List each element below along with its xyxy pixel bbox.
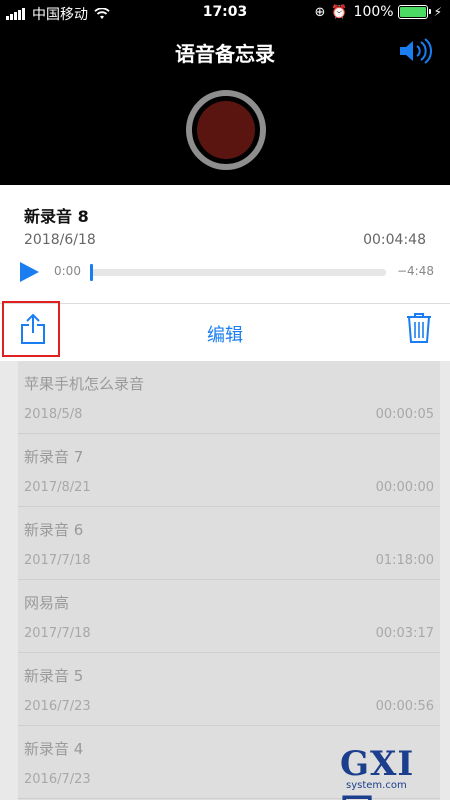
recording-date: 2018/6/18 — [24, 232, 96, 248]
elapsed-time: 0:00 — [54, 264, 81, 278]
divider — [0, 303, 450, 304]
list-item-duration: 00:00:00 — [375, 480, 434, 495]
list-item-date: 2016/7/23 — [24, 699, 91, 714]
record-button[interactable] — [186, 90, 266, 170]
list-item[interactable]: 新录音 5 2016/7/23 00:00:56 — [18, 653, 440, 726]
list-item-duration: 00:00:56 — [375, 699, 434, 714]
status-bar: 中国移动 17:03 ⊕ ⏰ 100% ⚡ — [0, 0, 450, 26]
list-item[interactable]: 网易高 2017/7/18 00:03:17 — [18, 580, 440, 653]
list-item-title: 网易高 — [24, 594, 70, 612]
list-item-title: 苹果手机怎么录音 — [24, 375, 145, 393]
page-title: 语音备忘录 — [175, 42, 275, 66]
list-item[interactable]: 苹果手机怎么录音 2018/5/8 00:00:05 — [18, 361, 440, 434]
rotation-lock-icon: ⊕ — [314, 4, 326, 20]
playback-scrubber[interactable] — [90, 264, 386, 281]
list-item-duration: 00:03:17 — [375, 626, 434, 641]
list-item-date: 2016/7/23 — [24, 772, 91, 787]
list-item-date: 2017/8/21 — [24, 480, 91, 495]
watermark-brand: GXI网 — [340, 744, 415, 800]
remaining-time: −4:48 — [396, 264, 434, 278]
record-button-core — [197, 101, 255, 159]
alarm-icon: ⏰ — [331, 4, 348, 20]
list-item-duration: 00:00:05 — [375, 407, 434, 422]
recording-duration: 00:04:48 — [363, 232, 426, 248]
scrubber-handle[interactable] — [90, 264, 93, 281]
list-item-duration: 01:18:00 — [375, 553, 434, 568]
list-item-date: 2018/5/8 — [24, 407, 83, 422]
list-item-title: 新录音 4 — [24, 740, 84, 758]
status-right: ⊕ ⏰ 100% ⚡ — [314, 4, 442, 20]
battery-fill — [399, 7, 426, 17]
edit-button[interactable]: 编辑 — [0, 321, 450, 347]
list-item-title: 新录音 5 — [24, 667, 84, 685]
battery-icon — [397, 5, 431, 19]
current-recording-panel: 新录音 8 2018/6/18 00:04:48 0:00 −4:48 编辑 — [0, 185, 450, 361]
play-icon[interactable] — [18, 261, 40, 283]
watermark-site: system.com — [346, 780, 407, 791]
battery-percent: 100% — [353, 4, 394, 20]
list-item-date: 2017/7/18 — [24, 626, 91, 641]
list-item-date: 2017/7/18 — [24, 553, 91, 568]
list-margin — [0, 361, 18, 800]
watermark-logo: GXI网 system.com — [340, 744, 444, 800]
list-item[interactable]: 新录音 7 2017/8/21 00:00:00 — [18, 434, 440, 507]
recorder-header: 中国移动 17:03 ⊕ ⏰ 100% ⚡ 语音备忘录 — [0, 0, 450, 185]
list-item-title: 新录音 7 — [24, 448, 84, 466]
charging-icon: ⚡ — [433, 5, 442, 19]
recording-title[interactable]: 新录音 8 — [24, 203, 89, 227]
list-item[interactable]: 新录音 6 2017/7/18 01:18:00 — [18, 507, 440, 580]
trash-icon[interactable] — [406, 312, 432, 344]
speaker-icon[interactable] — [398, 38, 434, 64]
list-item-title: 新录音 6 — [24, 521, 84, 539]
recordings-list: 苹果手机怎么录音 2018/5/8 00:00:05 新录音 7 2017/8/… — [18, 361, 450, 800]
